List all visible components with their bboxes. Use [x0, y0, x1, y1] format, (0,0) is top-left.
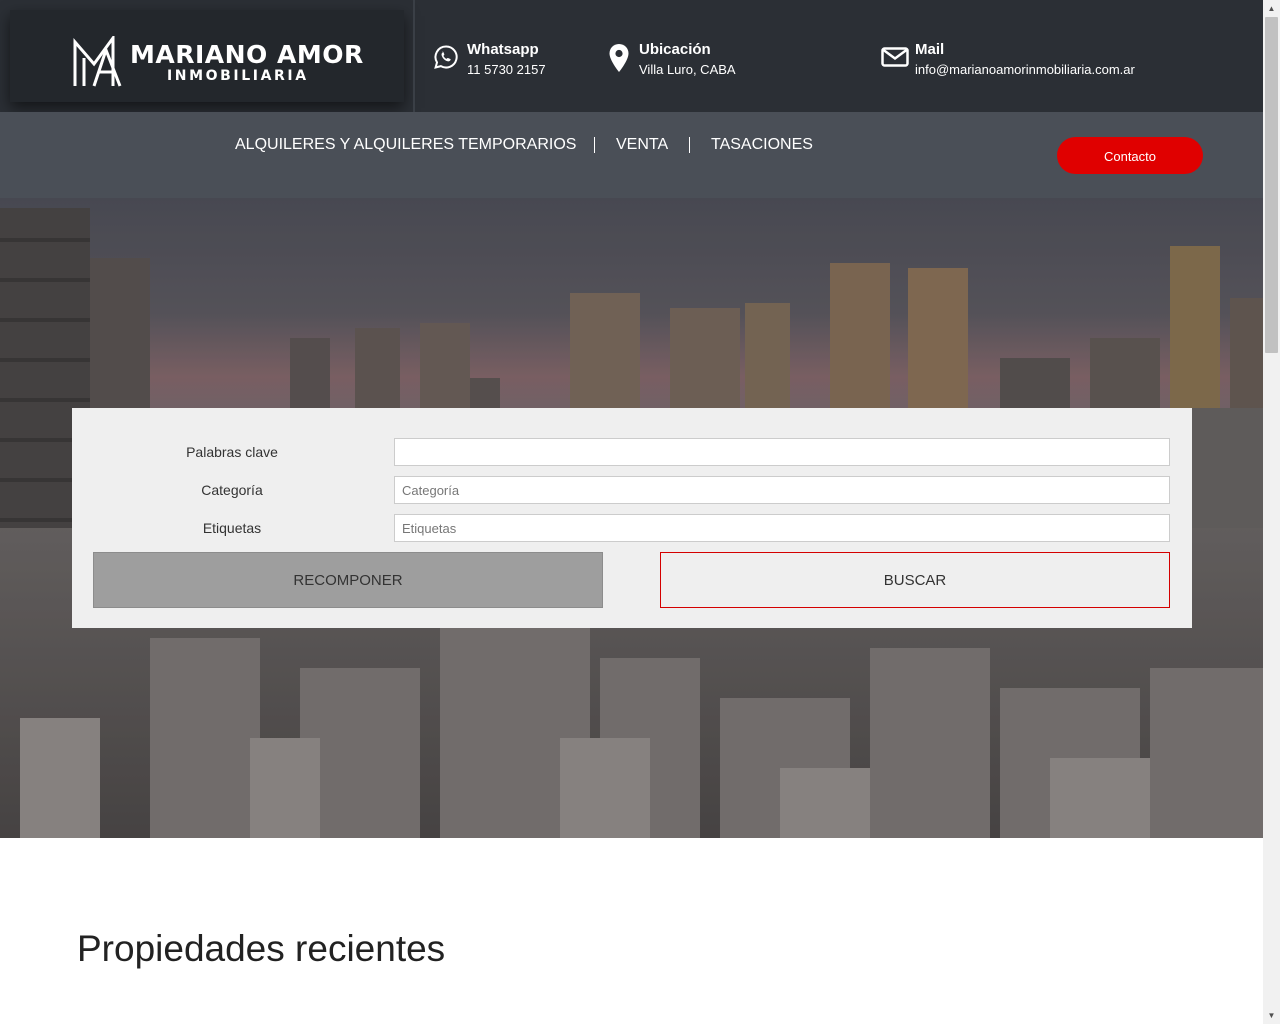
category-label: Categoría	[201, 482, 263, 498]
envelope-icon	[881, 47, 909, 67]
top-bar: MARIANO AMOR INMOBILIARIA Whatsapp 11 57…	[0, 0, 1263, 112]
mail-address: info@marianoamorinmobiliaria.com.ar	[915, 62, 1135, 77]
location-value: Villa Luro, CABA	[639, 62, 736, 77]
scroll-down-arrow-icon[interactable]: ▼	[1263, 1007, 1280, 1024]
nav-venta[interactable]: VENTA	[616, 136, 668, 154]
whatsapp-number: 11 5730 2157	[467, 62, 546, 77]
nav-separator	[689, 137, 690, 153]
whatsapp-title: Whatsapp	[467, 41, 539, 58]
page-scrollbar[interactable]: ▲ ▼	[1263, 0, 1280, 1024]
brand-name: MARIANO AMOR	[130, 40, 364, 69]
recent-properties-title: Propiedades recientes	[77, 928, 446, 969]
property-search-form: Palabras clave Categoría Etiquetas RECOM…	[72, 408, 1192, 628]
mail-title: Mail	[915, 41, 945, 58]
location-title: Ubicación	[639, 41, 711, 58]
keywords-label: Palabras clave	[186, 444, 278, 460]
keywords-input[interactable]	[394, 438, 1170, 466]
tags-label: Etiquetas	[202, 520, 262, 536]
reset-button[interactable]: RECOMPONER	[93, 552, 603, 608]
map-pin-icon	[609, 44, 629, 72]
category-input[interactable]	[394, 476, 1170, 504]
logo-divider	[413, 0, 415, 112]
nav-separator	[594, 137, 595, 153]
nav-tasaciones[interactable]: TASACIONES	[711, 136, 813, 154]
contact-button[interactable]: Contacto	[1057, 137, 1203, 174]
tags-input[interactable]	[394, 514, 1170, 542]
whatsapp-icon	[434, 45, 458, 69]
logo-monogram-icon	[73, 36, 122, 87]
search-button[interactable]: BUSCAR	[660, 552, 1170, 608]
nav-alquileres[interactable]: ALQUILERES Y ALQUILERES TEMPORARIOS	[235, 136, 576, 154]
scroll-up-arrow-icon[interactable]: ▲	[1263, 0, 1280, 17]
brand-subtitle: INMOBILIARIA	[167, 68, 309, 84]
scrollbar-thumb[interactable]	[1265, 17, 1278, 353]
logo[interactable]: MARIANO AMOR INMOBILIARIA	[10, 10, 404, 102]
main-nav: ALQUILERES Y ALQUILERES TEMPORARIOS VENT…	[0, 112, 1263, 198]
